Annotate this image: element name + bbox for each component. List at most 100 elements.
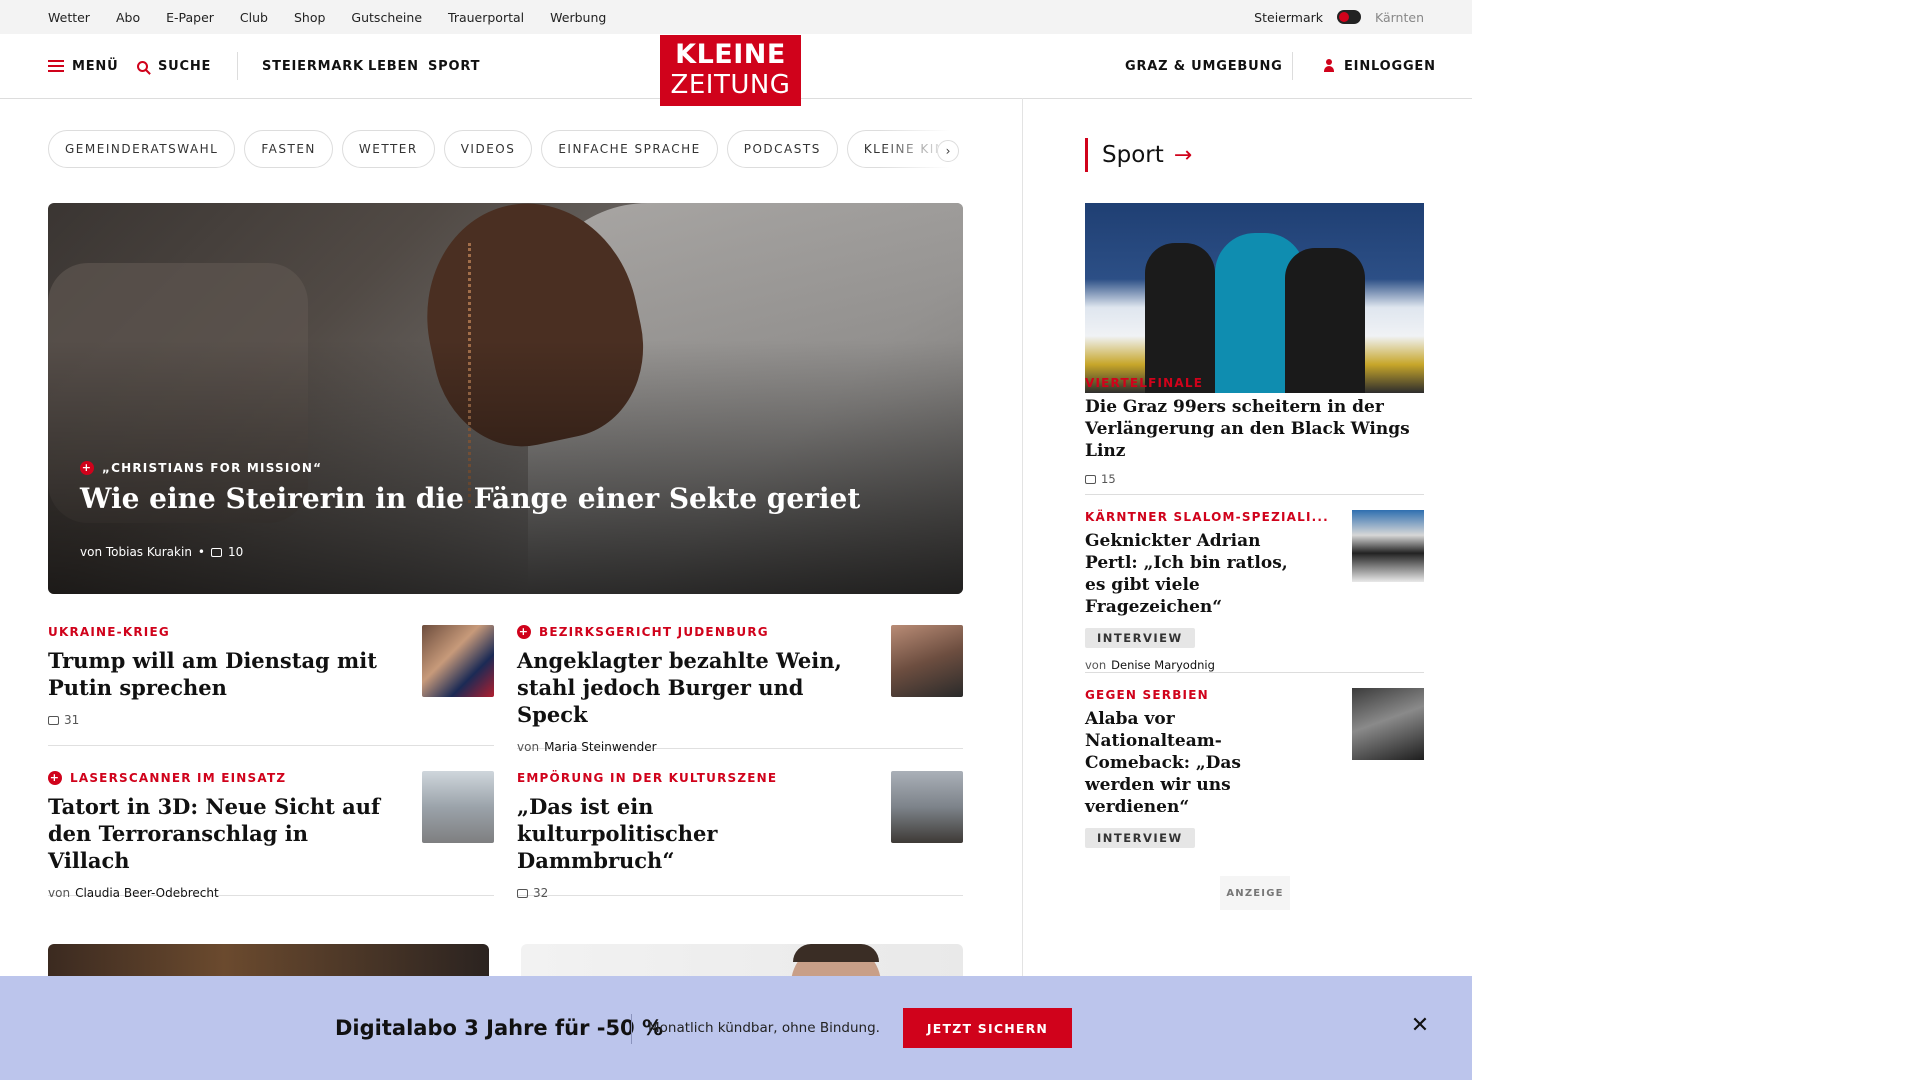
interview-badge: INTERVIEW (1085, 628, 1195, 648)
hamburger-icon (48, 60, 64, 72)
tag-fasten[interactable]: FASTEN (244, 130, 333, 168)
article-thumbnail[interactable] (891, 625, 963, 697)
nav-steiermark[interactable]: STEIERMARK (262, 34, 364, 98)
article-thumbnail[interactable] (1352, 510, 1424, 582)
premium-plus-icon: + (48, 771, 62, 785)
premium-plus-icon: + (80, 461, 94, 475)
article-thumbnail[interactable] (891, 771, 963, 843)
article-comments[interactable]: 32 (533, 886, 548, 900)
article-kicker-text: BEZIRKSGERICHT JUDENBURG (539, 625, 769, 639)
tag-gemeinderatswahl[interactable]: GEMEINDERATSWAHL (48, 130, 236, 168)
article-title[interactable]: Angeklagter bezahlte Wein, stahl jedoch … (517, 647, 857, 728)
article-card[interactable]: + BEZIRKSGERICHT JUDENBURG Angeklagter b… (517, 625, 963, 754)
search-label: SUCHE (158, 58, 212, 74)
article-title[interactable]: „Das ist ein kulturpolitischer Dammbruch… (517, 793, 857, 874)
divider (1085, 494, 1424, 495)
region-kaernten[interactable]: Kärnten (1375, 10, 1424, 25)
article-author[interactable]: Denise Maryodnig (1111, 658, 1215, 672)
hero-meta: von Tobias Kurakin • 10 (80, 545, 243, 559)
article-thumbnail[interactable] (422, 625, 494, 697)
tag-wetter[interactable]: WETTER (341, 130, 435, 168)
article-meta: 32 (517, 886, 963, 900)
utility-link-epaper[interactable]: E-Paper (166, 10, 214, 25)
article-title[interactable]: Geknickter Adrian Pertl: „Ich bin ratlos… (1085, 530, 1305, 618)
hero-comments[interactable]: 10 (228, 545, 243, 559)
section-title-sport[interactable]: Sport → (1085, 138, 1192, 172)
kleine-zeitung-logo[interactable]: KLEINE ZEITUNG (660, 35, 801, 106)
nav-sport[interactable]: SPORT (428, 34, 480, 98)
menu-button[interactable]: MENÜ (48, 34, 118, 98)
utility-link-wetter[interactable]: Wetter (48, 10, 90, 25)
promo-cta-button[interactable]: JETZT SICHERN (903, 1008, 1072, 1048)
logo-line1: KLEINE (675, 39, 786, 70)
article-title[interactable]: Die Graz 99ers scheitern in der Verlänge… (1085, 396, 1424, 462)
nav-leben[interactable]: LEBEN (368, 34, 419, 98)
chevron-right-icon[interactable]: › (937, 140, 959, 162)
section-title-label: Sport (1102, 142, 1164, 168)
promo-headline: Digitalabo 3 Jahre für -50 % (335, 1016, 664, 1040)
promo-subtext: Monatlich kündbar, ohne Bindung. (648, 1020, 880, 1036)
article-card[interactable]: UKRAINE-KRIEG Trump will am Dienstag mit… (48, 625, 494, 746)
article-kicker-text: LASERSCANNER IM EINSATZ (70, 771, 287, 785)
promo-divider (631, 1014, 632, 1044)
subscription-banner: Digitalabo 3 Jahre für -50 % Monatlich k… (0, 976, 1472, 1080)
hero-headline[interactable]: Wie eine Steirerin in die Fänge einer Se… (80, 479, 860, 519)
utility-link-abo[interactable]: Abo (116, 10, 140, 25)
tag-einfache-sprache[interactable]: EINFACHE SPRACHE (541, 130, 718, 168)
byline-prefix: von (48, 886, 71, 900)
utility-link-gutscheine[interactable]: Gutscheine (351, 10, 422, 25)
header-divider-right (1292, 52, 1293, 80)
header-divider (237, 52, 238, 80)
login-button[interactable]: EINLOGGEN (1324, 34, 1436, 98)
article-title[interactable]: Alaba vor Nationalteam-Comeback: „Das we… (1085, 708, 1305, 818)
hero-author: von Tobias Kurakin (80, 545, 192, 559)
utility-link-club[interactable]: Club (240, 10, 268, 25)
article-card[interactable]: EMPÖRUNG IN DER KULTURSZENE „Das ist ein… (517, 771, 963, 900)
hero-article[interactable]: + „CHRISTIANS FOR MISSION“ Wie eine Stei… (48, 203, 963, 594)
tags-fade (880, 128, 980, 172)
article-meta: von Maria Steinwender (517, 740, 963, 754)
sport-article[interactable]: GEGEN SERBIEN Alaba vor Nationalteam-Com… (1085, 688, 1424, 848)
page: Wetter Abo E-Paper Club Shop Gutscheine … (0, 0, 1472, 1080)
sport-lead-article[interactable]: VIERTELFINALE Die Graz 99ers scheitern i… (1085, 376, 1424, 486)
close-icon[interactable]: ✕ (1410, 1015, 1430, 1037)
comment-icon (517, 888, 528, 898)
article-kicker: VIERTELFINALE (1085, 376, 1204, 390)
utility-link-trauerportal[interactable]: Trauerportal (448, 10, 524, 25)
article-comments[interactable]: 31 (64, 713, 79, 727)
article-author[interactable]: Maria Steinwender (544, 740, 657, 754)
sport-article[interactable]: KÄRNTNER SLALOM-SPEZIALI... Geknickter A… (1085, 510, 1424, 672)
interview-badge: INTERVIEW (1085, 828, 1195, 848)
comment-icon (211, 547, 222, 557)
region-toggle[interactable] (1337, 10, 1361, 24)
search-button[interactable]: SUCHE (137, 34, 211, 98)
image-figure (1285, 248, 1365, 393)
arrow-right-icon: → (1173, 142, 1193, 168)
utility-bar: Wetter Abo E-Paper Club Shop Gutscheine … (0, 0, 1472, 34)
meta-dot: • (197, 545, 205, 559)
empty-area (1472, 0, 1920, 1080)
premium-plus-icon: + (517, 625, 531, 639)
location-graz[interactable]: GRAZ & UMGEBUNG (1125, 34, 1283, 98)
article-card[interactable]: + LASERSCANNER IM EINSATZ Tatort in 3D: … (48, 771, 494, 900)
article-thumbnail[interactable] (1352, 688, 1424, 760)
region-switch: Steiermark Kärnten (1254, 0, 1424, 34)
byline-prefix: von (517, 740, 540, 754)
article-title[interactable]: Tatort in 3D: Neue Sicht auf den Terrora… (48, 793, 388, 874)
login-label: EINLOGGEN (1344, 58, 1436, 74)
comment-icon (48, 715, 59, 725)
topic-tags: GEMEINDERATSWAHL FASTEN WETTER VIDEOS EI… (48, 130, 968, 170)
utility-link-shop[interactable]: Shop (294, 10, 325, 25)
article-comments[interactable]: 15 (1101, 472, 1116, 486)
tag-videos[interactable]: VIDEOS (443, 130, 533, 168)
hero-kicker-text: „CHRISTIANS FOR MISSION“ (102, 461, 323, 475)
utility-link-werbung[interactable]: Werbung (550, 10, 606, 25)
region-steiermark[interactable]: Steiermark (1254, 10, 1323, 25)
hero-gradient (48, 203, 963, 594)
article-author[interactable]: Claudia Beer-Odebrecht (75, 886, 219, 900)
sport-lead-image[interactable] (1085, 203, 1424, 393)
tag-podcasts[interactable]: PODCASTS (726, 130, 838, 168)
article-title[interactable]: Trump will am Dienstag mit Putin spreche… (48, 647, 388, 701)
byline-prefix: von (1085, 658, 1107, 672)
article-thumbnail[interactable] (422, 771, 494, 843)
